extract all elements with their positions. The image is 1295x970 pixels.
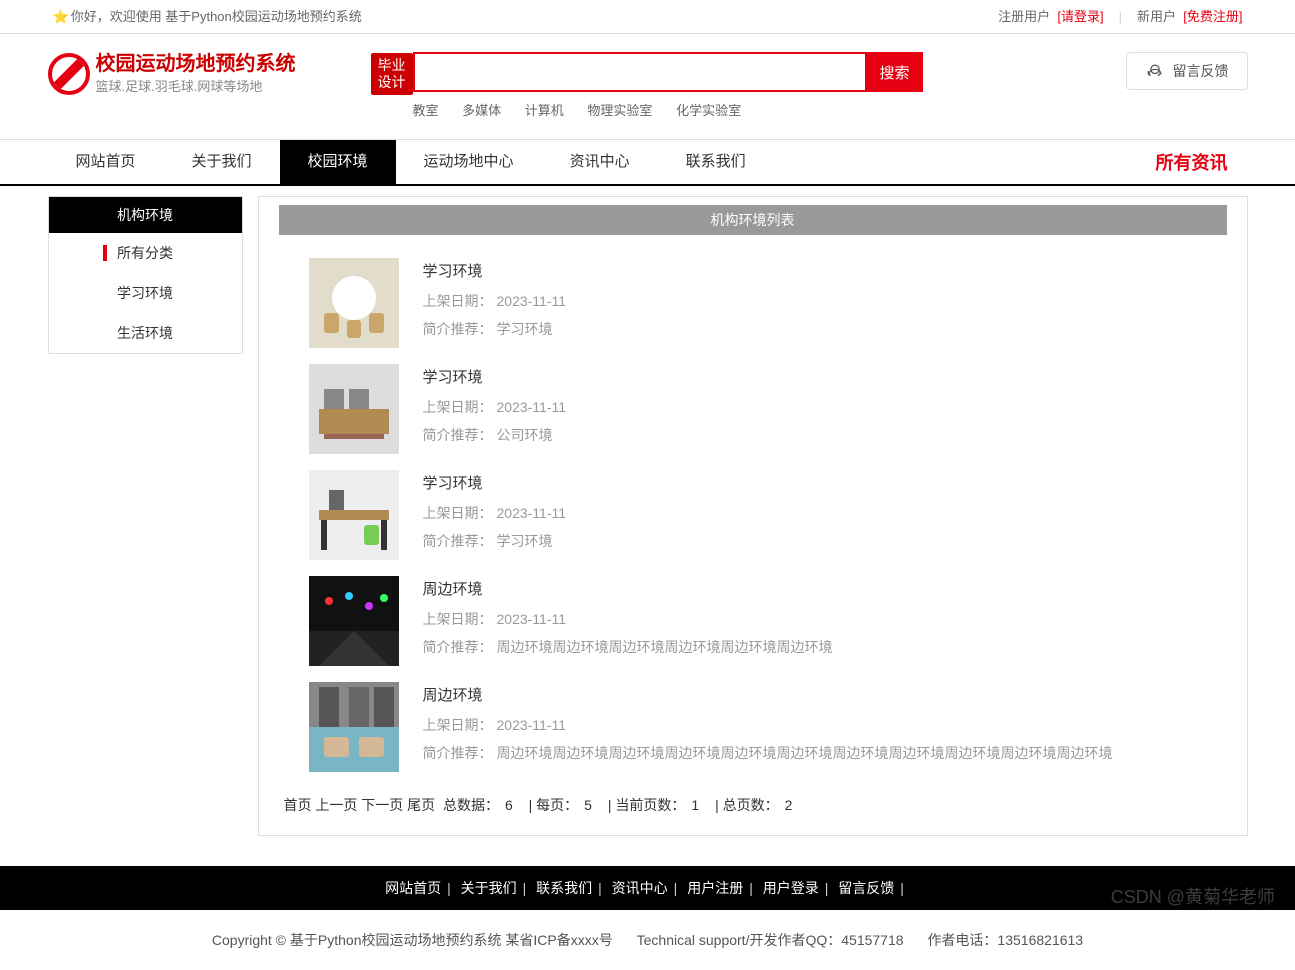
main-nav: 网站首页 关于我们 校园环境 运动场地中心 资讯中心 联系我们 所有资讯 — [0, 139, 1295, 186]
page-first[interactable]: 首页 — [284, 797, 312, 813]
item-title: 学习环境 — [423, 260, 1197, 281]
nav-environment[interactable]: 校园环境 — [280, 140, 396, 184]
headset-icon — [1145, 61, 1165, 81]
thumbnail — [309, 364, 399, 454]
topbar-right: 注册用户 [请登录] | 新用户 [免费注册] — [998, 0, 1242, 34]
thumbnail — [309, 258, 399, 348]
topbar: ⭐你好，欢迎使用 基于Python校园运动场地预约系统 注册用户 [请登录] |… — [0, 0, 1295, 34]
item-date: 上架日期：2023-11-11 — [423, 715, 1197, 735]
hotword[interactable]: 物理实验室 — [587, 103, 652, 118]
nav-venue[interactable]: 运动场地中心 — [396, 140, 542, 184]
footer-link[interactable]: 留言反馈 — [838, 880, 894, 896]
item-intro: 简介推荐：学习环境 — [423, 531, 1197, 551]
item-date: 上架日期：2023-11-11 — [423, 609, 1197, 629]
hot-words: 教室 多媒体 计算机 物理实验室 化学实验室 — [413, 100, 1126, 119]
search-area: 搜索 教室 多媒体 计算机 物理实验室 化学实验室 — [413, 52, 1126, 119]
page-last[interactable]: 尾页 — [407, 797, 435, 813]
sidebar-title: 机构环境 — [49, 197, 242, 233]
footer-link[interactable]: 用户登录 — [763, 880, 819, 896]
search-button[interactable]: 搜索 — [867, 52, 923, 92]
page-total: 总数据：6 — [443, 797, 519, 813]
footer-link[interactable]: 资讯中心 — [612, 880, 668, 896]
footer-link[interactable]: 关于我们 — [461, 880, 517, 896]
item-intro: 简介推荐：周边环境周边环境周边环境周边环境周边环境周边环境 — [423, 637, 1197, 657]
sidebar-item-all[interactable]: 所有分类 — [49, 233, 242, 273]
register-link[interactable]: [免费注册] — [1183, 0, 1242, 34]
author-phone: 作者电话：13516821613 — [927, 932, 1083, 948]
list-item[interactable]: 学习环境 上架日期：2023-11-11 简介推荐：学习环境 — [279, 250, 1227, 356]
new-user-label: 新用户 — [1137, 0, 1176, 34]
footer-nav: 网站首页| 关于我们| 联系我们| 资讯中心| 用户注册| 用户登录| 留言反馈… — [0, 866, 1295, 910]
logo[interactable]: 校园运动场地预约系统 篮球.足球.羽毛球.网球等场地 毕业设计 — [48, 52, 413, 95]
reg-user-label: 注册用户 — [998, 0, 1050, 34]
thumbnail — [309, 470, 399, 560]
feedback-button[interactable]: 留言反馈 — [1126, 52, 1248, 90]
site-title: 校园运动场地预约系统 — [96, 52, 365, 76]
list-item[interactable]: 学习环境 上架日期：2023-11-11 简介推荐：学习环境 — [279, 462, 1227, 568]
item-intro: 简介推荐：公司环境 — [423, 425, 1197, 445]
item-title: 周边环境 — [423, 684, 1197, 705]
header: 校园运动场地预约系统 篮球.足球.羽毛球.网球等场地 毕业设计 搜索 教室 多媒… — [0, 34, 1295, 127]
search-input[interactable] — [413, 52, 867, 92]
star-icon: ⭐ — [53, 9, 69, 24]
item-intro: 简介推荐：学习环境 — [423, 319, 1197, 339]
hotword[interactable]: 教室 — [413, 103, 439, 118]
list-title: 机构环境列表 — [279, 205, 1227, 235]
item-date: 上架日期：2023-11-11 — [423, 503, 1197, 523]
main: 机构环境 所有分类 学习环境 生活环境 机构环境列表 学习环境 上架日期：202… — [0, 186, 1295, 866]
page-current: 当前页数：1 — [615, 797, 705, 813]
hotword[interactable]: 计算机 — [525, 103, 564, 118]
site-subtitle: 篮球.足球.羽毛球.网球等场地 — [96, 76, 365, 95]
thumbnail — [309, 682, 399, 772]
footer-link[interactable]: 联系我们 — [536, 880, 592, 896]
hotword[interactable]: 多媒体 — [462, 103, 501, 118]
page-next[interactable]: 下一页 — [361, 797, 403, 813]
item-title: 学习环境 — [423, 472, 1197, 493]
tech-support: Technical support/开发作者QQ：45157718 — [637, 932, 904, 948]
item-title: 学习环境 — [423, 366, 1197, 387]
copyright: Copyright © 基于Python校园运动场地预约系统 某省ICP备xxx… — [212, 932, 613, 948]
list-item[interactable]: 学习环境 上架日期：2023-11-11 简介推荐：公司环境 — [279, 356, 1227, 462]
feedback-label: 留言反馈 — [1173, 61, 1229, 81]
sidebar-item-life[interactable]: 生活环境 — [49, 313, 242, 353]
item-title: 周边环境 — [423, 578, 1197, 599]
list-item[interactable]: 周边环境 上架日期：2023-11-11 简介推荐：周边环境周边环境周边环境周边… — [279, 674, 1227, 780]
nav-contact[interactable]: 联系我们 — [658, 140, 774, 184]
welcome-text: ⭐你好，欢迎使用 基于Python校园运动场地预约系统 — [53, 0, 362, 34]
sidebar-item-study[interactable]: 学习环境 — [49, 273, 242, 313]
item-intro: 简介推荐：周边环境周边环境周边环境周边环境周边环境周边环境周边环境周边环境周边环… — [423, 743, 1197, 763]
divider: | — [1119, 0, 1122, 34]
sidebar: 机构环境 所有分类 学习环境 生活环境 — [48, 196, 243, 354]
nav-news[interactable]: 资讯中心 — [542, 140, 658, 184]
item-date: 上架日期：2023-11-11 — [423, 291, 1197, 311]
nav-about[interactable]: 关于我们 — [164, 140, 280, 184]
page-prev[interactable]: 上一页 — [315, 797, 357, 813]
item-date: 上架日期：2023-11-11 — [423, 397, 1197, 417]
hotword[interactable]: 化学实验室 — [676, 103, 741, 118]
nav-home[interactable]: 网站首页 — [48, 140, 164, 184]
thumbnail — [309, 576, 399, 666]
footer-link[interactable]: 用户注册 — [687, 880, 743, 896]
list-item[interactable]: 周边环境 上架日期：2023-11-11 简介推荐：周边环境周边环境周边环境周边… — [279, 568, 1227, 674]
logo-icon — [48, 53, 90, 95]
content: 机构环境列表 学习环境 上架日期：2023-11-11 简介推荐：学习环境 学习… — [258, 196, 1248, 836]
badge: 毕业设计 — [371, 53, 413, 95]
footer-link[interactable]: 网站首页 — [385, 880, 441, 896]
page-pages: 总页数：2 — [723, 797, 799, 813]
login-link[interactable]: [请登录] — [1057, 0, 1103, 34]
footer-info: Copyright © 基于Python校园运动场地预约系统 某省ICP备xxx… — [0, 910, 1295, 970]
page-per: 每页：5 — [536, 797, 598, 813]
pagination: 首页 上一页 下一页 尾页 总数据：6 | 每页：5 | 当前页数：1 | 总页… — [279, 780, 1227, 815]
nav-all-news[interactable]: 所有资讯 — [1156, 149, 1248, 175]
